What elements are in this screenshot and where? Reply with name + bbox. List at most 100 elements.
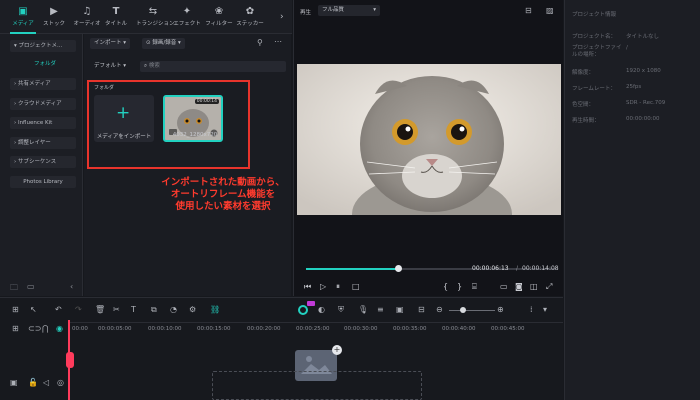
prop-label: プロジェクトファイルの場所：: [572, 45, 622, 58]
ruler-tick-label: 00:00:40:00: [442, 326, 476, 332]
import-button[interactable]: インポート ▾: [90, 38, 131, 49]
sidebar-item-adjustment-layer[interactable]: › 調整レイヤー: [10, 137, 76, 149]
current-time: 00:00:06:13: [472, 265, 509, 272]
link-icon[interactable]: ⛓: [210, 305, 220, 314]
ruler-tick-label: 00:00:30:00: [344, 326, 378, 332]
stock-icon: ▶: [50, 6, 58, 17]
tab-filter[interactable]: ❀ フィルター: [204, 6, 234, 27]
chevron-down-icon: ▾: [123, 63, 127, 69]
camera-icon[interactable]: ◙: [515, 282, 523, 292]
chevron-right-icon[interactable]: ›: [280, 12, 284, 22]
mic-icon[interactable]: 🎙: [358, 305, 368, 314]
tab-audio[interactable]: ♫ オーディオ: [72, 6, 102, 27]
crop-icon[interactable]: ⧉: [151, 305, 157, 315]
add-clip-icon[interactable]: +: [332, 345, 342, 355]
ruler-tick-label: 00:00:10:00: [148, 326, 182, 332]
marker-icon[interactable]: ⊟: [418, 305, 425, 314]
sidebar-item-photos-library[interactable]: Photos Library: [10, 176, 76, 188]
new-badge: [307, 301, 315, 306]
color-icon[interactable]: ◔: [170, 305, 177, 314]
scrubber-handle[interactable]: [395, 265, 402, 272]
text-tool-icon[interactable]: T: [131, 305, 136, 314]
previous-frame-icon[interactable]: ⏮: [304, 282, 311, 292]
transition-icon: ⇆: [148, 6, 158, 17]
tab-title[interactable]: T タイトル: [101, 6, 131, 27]
chevron-down-icon[interactable]: ▾: [543, 305, 547, 314]
filter-icon[interactable]: ⚲: [257, 38, 263, 47]
scrubber-progress: [306, 268, 399, 270]
render-icon[interactable]: ◐: [318, 305, 325, 314]
voiceover-icon[interactable]: ≡: [377, 305, 384, 314]
undo-icon[interactable]: ↶: [55, 305, 62, 314]
ai-assistant-icon[interactable]: [298, 305, 308, 315]
tab-transition[interactable]: ⇆ トランジション: [136, 6, 175, 27]
sidebar-item-project-media[interactable]: ▾ プロジェクトメ...: [10, 40, 76, 52]
tab-stock[interactable]: ▶ ストック: [39, 6, 69, 27]
ruler-tick-label: 00:00:45:00: [491, 326, 525, 332]
snapshot-icon[interactable]: ▨: [546, 6, 554, 15]
track-eye-icon[interactable]: ◉: [56, 324, 63, 333]
add-track-icon[interactable]: ⊞: [12, 324, 19, 333]
redo-icon[interactable]: ↷: [75, 305, 82, 314]
ruler-tick-label: 00:00:35:00: [393, 326, 427, 332]
pause-icon[interactable]: ⏸: [336, 282, 340, 292]
zoom-in-icon[interactable]: ⊕: [497, 305, 504, 314]
snapshot-icon[interactable]: ▣: [396, 305, 404, 314]
mark-out-icon[interactable]: }: [457, 282, 462, 292]
delete-icon[interactable]: 🗑: [95, 305, 105, 314]
new-folder-icon[interactable]: 🗀: [10, 282, 18, 296]
speaker-icon[interactable]: ◁: [43, 378, 49, 387]
more-icon[interactable]: ⋯: [274, 37, 282, 46]
eye-icon[interactable]: ◎: [57, 378, 64, 387]
magnet-icon[interactable]: ⋂: [42, 324, 49, 333]
shield-icon[interactable]: ⛨: [338, 305, 344, 315]
prop-label: 再生時間：: [572, 118, 600, 124]
sidebar-item-cloud-media[interactable]: › クラウドメディア: [10, 98, 76, 110]
ai-icon[interactable]: ⚙: [189, 305, 196, 314]
stop-icon[interactable]: □: [352, 282, 360, 292]
media-icon: ▣: [18, 6, 28, 17]
sidebar-item-subsequence[interactable]: › サブシーケンス: [10, 156, 76, 168]
select-tool-icon[interactable]: ↖: [30, 305, 37, 314]
cut-icon[interactable]: ✂: [113, 305, 120, 314]
mark-in-icon[interactable]: {: [443, 282, 448, 292]
drop-zone[interactable]: [212, 371, 422, 400]
monitor-icon[interactable]: ▭: [500, 282, 508, 292]
playhead-handle[interactable]: [66, 352, 74, 368]
fullscreen-icon[interactable]: ⤢: [546, 282, 552, 292]
plus-icon: +: [116, 103, 131, 123]
clip-label: 4032_1280x720: [172, 132, 218, 138]
sort-dropdown[interactable]: デフォルト ▾: [90, 61, 130, 72]
sidebar-item-shared-media[interactable]: › 共有メディア: [10, 78, 76, 90]
title-icon: T: [112, 6, 120, 17]
lock-icon[interactable]: 🔓: [28, 378, 38, 387]
grid-icon[interactable]: ⁞: [530, 305, 533, 314]
collapse-icon[interactable]: ‹: [70, 282, 73, 291]
layout-icon[interactable]: ⊞: [12, 305, 19, 314]
display-settings-icon[interactable]: ⌸: [472, 282, 477, 292]
ruler-tick-label: 00:00:05:00: [98, 326, 132, 332]
audio-meter-icon[interactable]: ◫: [530, 282, 538, 292]
tab-media[interactable]: ▣ メディア: [8, 6, 38, 34]
prop-value: 1920 x 1080: [626, 68, 661, 74]
folder-icon[interactable]: ▭: [27, 282, 35, 291]
zoom-slider-handle[interactable]: [460, 307, 466, 313]
link-track-icon[interactable]: ⊂⊃: [28, 324, 41, 333]
split-view-icon[interactable]: ⊟: [525, 6, 532, 15]
tab-sticker[interactable]: ✿ ステッカー: [235, 6, 265, 27]
zoom-out-icon[interactable]: ⊖: [436, 305, 443, 314]
media-toolbar: ▣ メディア ▶ ストック ♫ オーディオ T タイトル ⇆ トランジション ✦…: [0, 0, 292, 34]
sidebar-item-influence-kit[interactable]: › Influence Kit: [10, 117, 76, 129]
quality-dropdown[interactable]: フル品質 ▾: [318, 5, 380, 16]
tab-effect[interactable]: ✦ エフェクト: [172, 6, 202, 27]
zoom-slider[interactable]: [449, 310, 495, 311]
search-input[interactable]: ⌕ 検索: [140, 61, 286, 72]
record-button[interactable]: ⊙ 録画/録音 ▾: [142, 38, 185, 49]
chevron-down-icon: ▾: [373, 7, 376, 13]
prop-value: /: [626, 45, 628, 51]
chevron-down-icon: ▾: [177, 40, 181, 46]
play-icon[interactable]: ▷: [320, 282, 326, 292]
prop-label: フレームレート：: [572, 86, 616, 92]
sidebar-item-folder[interactable]: フォルダ: [34, 59, 56, 67]
audio-icon: ♫: [82, 6, 92, 17]
